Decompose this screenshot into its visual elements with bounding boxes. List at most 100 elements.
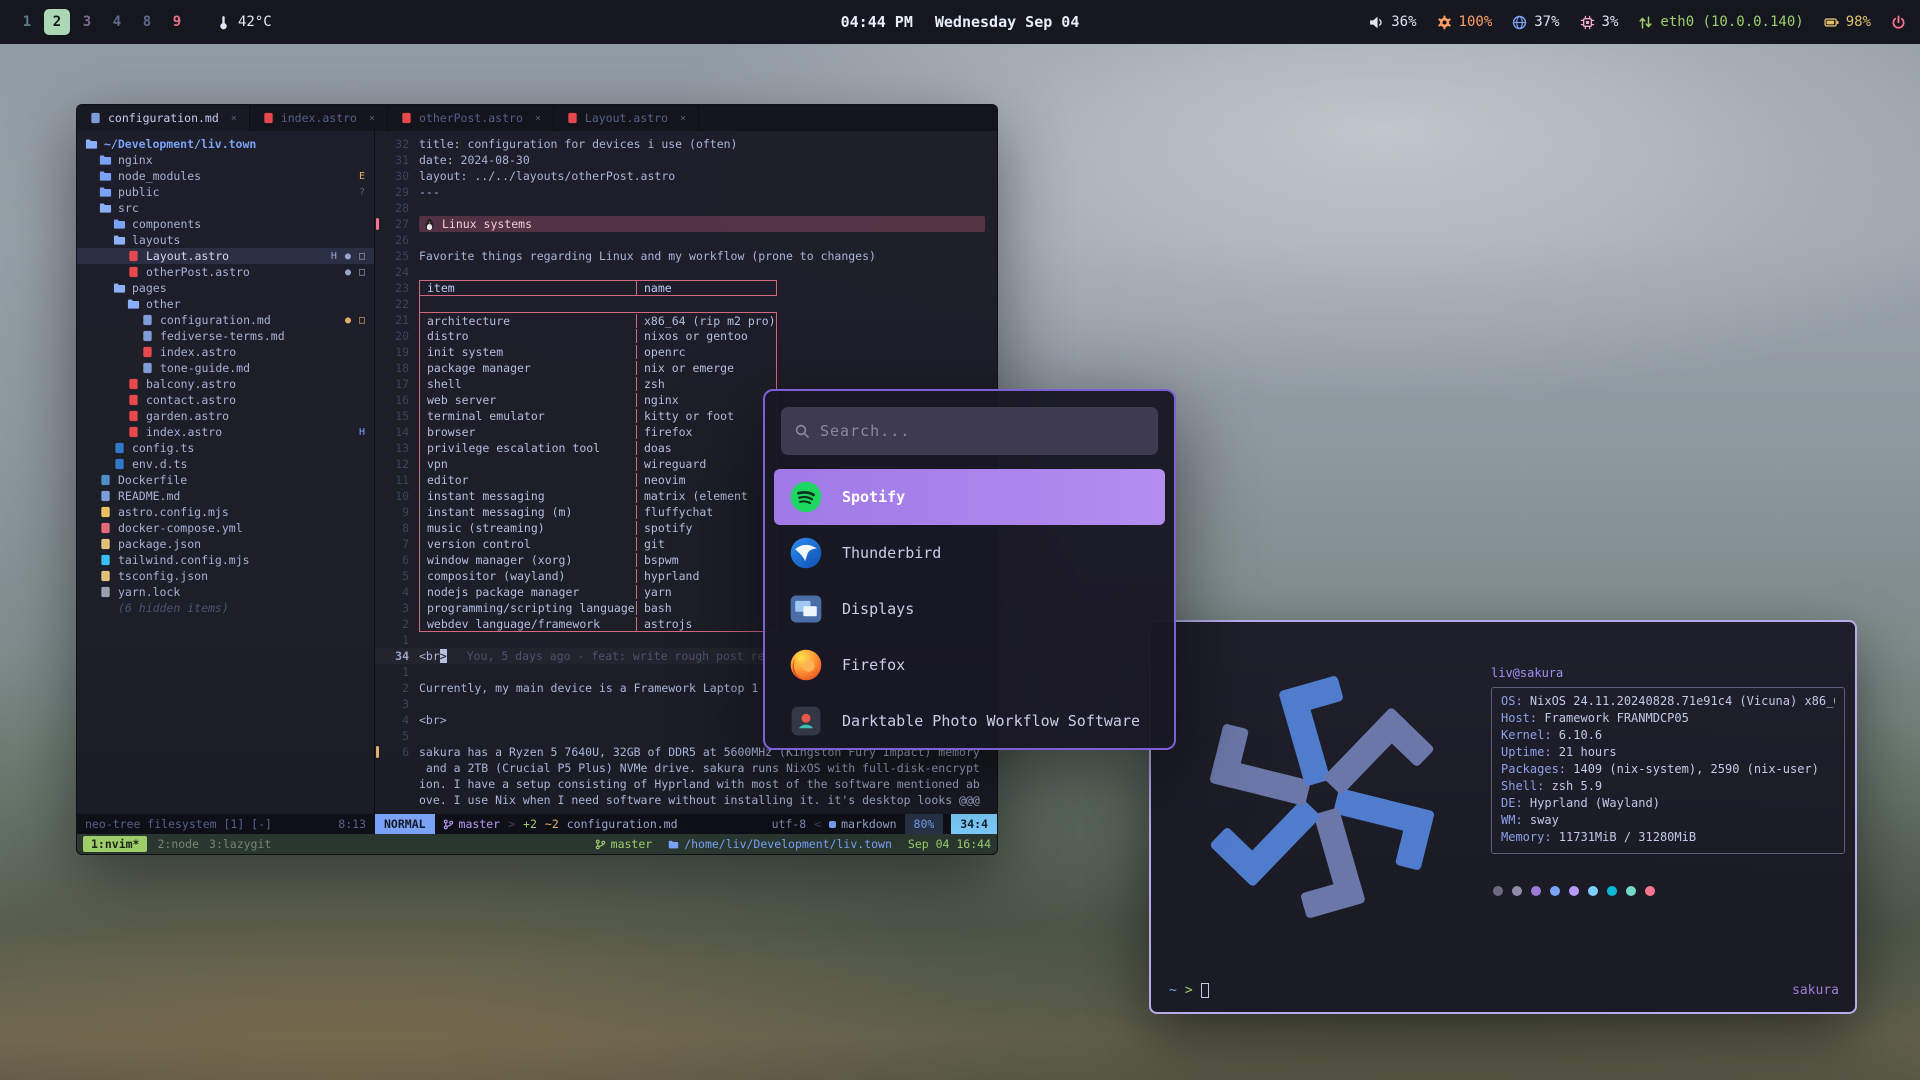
tab-close-icon[interactable]: × [369,113,375,124]
workspace-1[interactable]: 1 [14,9,40,35]
volume-module[interactable]: 36% [1369,14,1416,30]
tab-close-icon[interactable]: × [680,113,686,124]
statusline-filename: configuration.md [567,817,678,831]
launcher-item-Thunderbird[interactable]: Thunderbird [774,525,1165,581]
tree-item-Dockerfile[interactable]: Dockerfile [77,472,374,488]
line-number: 1 [383,665,419,679]
branch-icon [595,839,606,850]
tree-item-pages[interactable]: pages [77,280,374,296]
launcher-item-Firefox[interactable]: Firefox [774,637,1165,693]
tree-item-env.d.ts[interactable]: env.d.ts [77,456,374,472]
launcher-item-Spotify[interactable]: Spotify [774,469,1165,525]
md-table-row: terminal emulatorkitty or foot [419,408,777,424]
sign-column [375,520,383,536]
statusline: neo-tree filesystem [1] [-] 8:13 NORMAL … [77,814,997,834]
folder-icon [127,298,140,310]
tree-item-yarn.lock[interactable]: yarn.lock [77,584,374,600]
tree-item-tsconfig.json[interactable]: tsconfig.json [77,568,374,584]
md-table-row: shellzsh [419,376,777,392]
md-table-row: privilege escalation tooldoas [419,440,777,456]
git-blame-text: You, 5 days ago - feat: write rough post… [467,649,765,663]
line-number: 28 [383,201,419,215]
fetch-field-Packages: Packages: 1409 (nix-system), 2590 (nix-u… [1501,762,1835,779]
launcher-item-label: Thunderbird [842,544,941,562]
clock: 04:44 PM Wednesday Sep 04 [841,13,1080,31]
tree-item-index.astro[interactable]: index.astro [77,344,374,360]
tree-item-public[interactable]: public? [77,184,374,200]
tree-item-label: env.d.ts [132,457,187,471]
tree-item-README.md[interactable]: README.md [77,488,374,504]
folder-icon [99,154,112,166]
markdown-file-icon [141,314,154,326]
tree-item-fediverse-terms.md[interactable]: fediverse-terms.md [77,328,374,344]
tree-item-docker-compose.yml[interactable]: docker-compose.yml [77,520,374,536]
tree-item-marker: ● □ [345,315,366,326]
sign-column [375,440,383,456]
disk-module[interactable]: 37% [1512,14,1559,30]
sign-column [375,184,383,200]
tree-item-index.astro[interactable]: index.astroH [77,424,374,440]
shell-prompt[interactable]: ~ > [1169,983,1209,998]
tree-item-balcony.astro[interactable]: balcony.astro [77,376,374,392]
tree-item-garden.astro[interactable]: garden.astro [77,408,374,424]
line-number: 1 [383,633,419,647]
workspace-8[interactable]: 8 [134,9,160,35]
brightness-module[interactable]: 100% [1437,14,1493,30]
sign-column [375,648,383,664]
tree-item-marker: H ● □ [331,251,366,262]
workspace-4[interactable]: 4 [104,9,130,35]
line-number: 15 [383,409,419,423]
astro-file-icon [127,266,140,278]
tree-item-astro.config.mjs[interactable]: astro.config.mjs [77,504,374,520]
tmux-window-1:nvim*[interactable]: 1:nvim* [83,836,147,852]
palette-dot [1626,886,1636,896]
sign-column [375,664,383,680]
statusline-tree-segment: neo-tree filesystem [1] [-] 8:13 [77,814,375,834]
power-button[interactable] [1891,15,1906,30]
tree-item-tone-guide.md[interactable]: tone-guide.md [77,360,374,376]
tree-item-node_modules[interactable]: node_modulesE [77,168,374,184]
workspace-3[interactable]: 3 [74,9,100,35]
tree-item-other[interactable]: other [77,296,374,312]
tree-item-tailwind.config.mjs[interactable]: tailwind.config.mjs [77,552,374,568]
workspace-2[interactable]: 2 [44,9,70,35]
branch-name: master [459,817,501,831]
terminal-window[interactable]: liv@sakura OS: NixOS 24.11.20240828.71e9… [1149,620,1857,1014]
statusline-main-segment: NORMAL master > +2 ~2 configuration.md u… [375,814,997,834]
editor-tab-Layout.astro[interactable]: Layout.astro× [554,105,699,131]
tree-item-src[interactable]: src [77,200,374,216]
tree-item-configuration.md[interactable]: configuration.md● □ [77,312,374,328]
line-number: 21 [383,313,419,327]
palette-dot [1645,886,1655,896]
tree-item-nginx[interactable]: nginx [77,152,374,168]
sign-column [375,216,383,232]
line-number: 18 [383,361,419,375]
editor-tab-configuration.md[interactable]: configuration.md× [77,105,250,131]
tree-item-components[interactable]: components [77,216,374,232]
tree-item-contact.astro[interactable]: contact.astro [77,392,374,408]
tree-item-(6 hidden items)[interactable]: (6 hidden items) [77,600,374,616]
network-module[interactable]: eth0 (10.0.0.140) [1638,14,1803,30]
search-input[interactable] [820,422,1145,440]
tree-item-~/Development/liv.town[interactable]: ~/Development/liv.town [77,136,374,152]
tab-close-icon[interactable]: × [231,113,237,124]
tree-item-config.ts[interactable]: config.ts [77,440,374,456]
tree-item-layouts[interactable]: layouts [77,232,374,248]
md-table-row: programming/scripting languagebash [419,600,777,616]
tree-item-Layout.astro[interactable]: Layout.astroH ● □ [77,248,374,264]
editor-tab-otherPost.astro[interactable]: otherPost.astro× [388,105,554,131]
tmux-statusbar: 1:nvim*2:node3:lazygit master /home/liv/… [77,834,997,854]
launcher-item-Darktable Photo Workflow Software[interactable]: Darktable Photo Workflow Software [774,693,1165,749]
tab-close-icon[interactable]: × [535,113,541,124]
tmux-window-3:lazygit[interactable]: 3:lazygit [209,837,271,851]
launcher-search[interactable] [781,407,1158,455]
workspace-9[interactable]: 9 [164,9,190,35]
tmux-window-2:node[interactable]: 2:node [157,837,199,851]
tree-item-package.json[interactable]: package.json [77,536,374,552]
editor-line: 27Linux systems [375,216,997,232]
cpu-module[interactable]: 3% [1580,14,1619,30]
battery-module[interactable]: 98% [1824,14,1871,30]
launcher-item-Displays[interactable]: Displays [774,581,1165,637]
editor-tab-index.astro[interactable]: index.astro× [250,105,388,131]
tree-item-otherPost.astro[interactable]: otherPost.astro● □ [77,264,374,280]
